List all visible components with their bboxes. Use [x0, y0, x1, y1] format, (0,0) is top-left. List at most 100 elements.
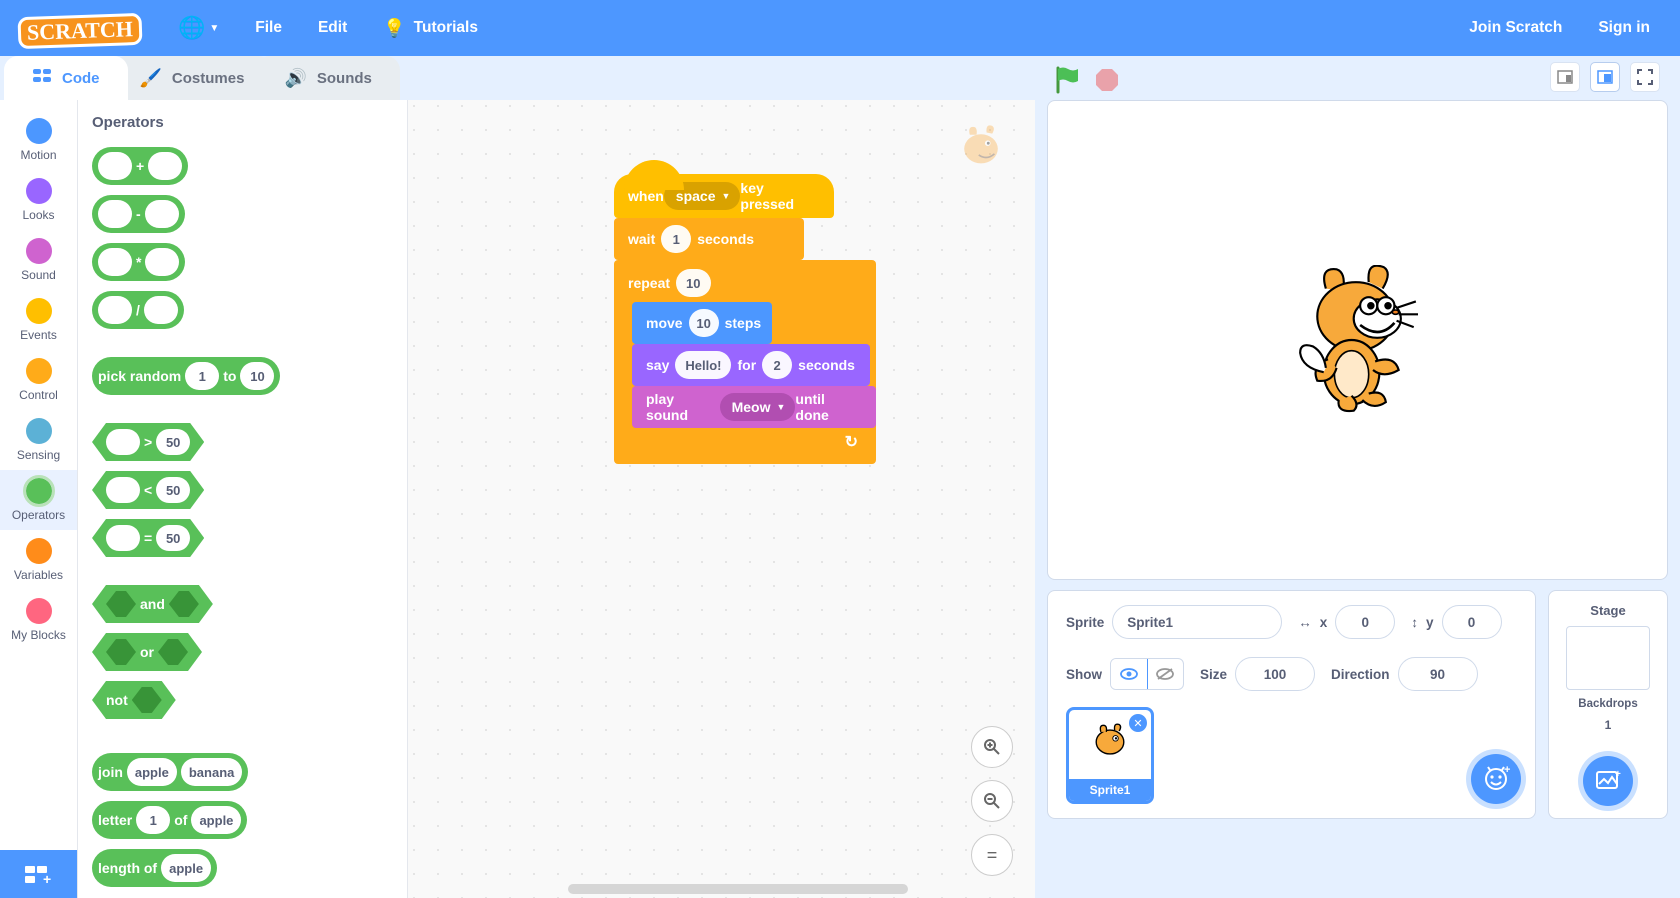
block-subtract[interactable]: -	[92, 195, 185, 233]
block-move-steps[interactable]: move10steps	[632, 302, 772, 344]
add-extension-button[interactable]: +	[0, 850, 77, 898]
tutorials-button[interactable]: 💡 Tutorials	[365, 0, 496, 56]
tab-costumes-label: Costumes	[172, 70, 245, 87]
language-menu[interactable]: 🌐▼	[160, 0, 237, 56]
block-divide[interactable]: /	[92, 291, 184, 329]
say-text-input[interactable]: Hello!	[675, 351, 731, 379]
scripts-workspace[interactable]: when space▼ key pressed wait1seconds rep…	[408, 100, 1035, 898]
tab-code[interactable]: Code	[4, 56, 128, 100]
category-events[interactable]: Events	[0, 290, 77, 350]
block-play-sound-until-done[interactable]: play soundMeow▼until done	[632, 386, 876, 428]
category-myblocks[interactable]: My Blocks	[0, 590, 77, 650]
category-sensing[interactable]: Sensing	[0, 410, 77, 470]
svg-text:+: +	[1615, 770, 1621, 780]
repeat-icon: ↻	[845, 432, 858, 452]
svg-text:+: +	[43, 871, 51, 886]
block-letter-of[interactable]: letter1ofapple	[92, 801, 247, 839]
hide-sprite-button[interactable]	[1147, 659, 1183, 689]
backdrops-count: 1	[1605, 718, 1612, 732]
stage-title: Stage	[1590, 603, 1625, 618]
paintbrush-icon: 🖌️	[140, 68, 162, 89]
show-label: Show	[1066, 667, 1102, 682]
category-sound[interactable]: Sound	[0, 230, 77, 290]
editor-pane: Motion Looks Sound Events Control Sensin…	[0, 100, 1035, 898]
sprite-info-panel: SpriteSprite1 ↔x0 ↕y0 Show Size100 Direc…	[1047, 590, 1536, 819]
sprite-direction-input[interactable]: 90	[1398, 657, 1478, 691]
visibility-toggle	[1110, 658, 1184, 690]
block-length-of[interactable]: length ofapple	[92, 849, 217, 887]
wait-seconds-input[interactable]: 1	[661, 225, 691, 253]
editor-tabs-row: Code 🖌️ Costumes 🔊 Sounds	[0, 56, 1680, 100]
direction-label: Direction	[1331, 667, 1390, 682]
sprite-name-input[interactable]: Sprite1	[1112, 605, 1282, 639]
tab-code-label: Code	[62, 70, 100, 87]
block-category-list: Motion Looks Sound Events Control Sensin…	[0, 100, 78, 898]
stage-small-button[interactable]	[1550, 62, 1580, 92]
block-or[interactable]: or	[92, 633, 202, 671]
block-join[interactable]: joinapplebanana	[92, 753, 248, 791]
tutorials-label: Tutorials	[414, 19, 478, 37]
sprite-on-stage[interactable]	[1293, 265, 1423, 415]
add-backdrop-button[interactable]: +	[1583, 756, 1633, 806]
y-label: y	[1426, 615, 1434, 630]
category-looks[interactable]: Looks	[0, 170, 77, 230]
menu-bar: SCRATCH 🌐▼ File Edit 💡 Tutorials Join Scr…	[0, 0, 1680, 56]
block-add[interactable]: +	[92, 147, 188, 185]
show-sprite-button[interactable]	[1111, 659, 1147, 689]
category-motion[interactable]: Motion	[0, 110, 77, 170]
zoom-reset-button[interactable]: =	[971, 834, 1013, 876]
zoom-in-button[interactable]	[971, 726, 1013, 768]
move-steps-input[interactable]: 10	[689, 309, 719, 337]
script-stack[interactable]: when space▼ key pressed wait1seconds rep…	[614, 174, 876, 464]
tab-sounds[interactable]: 🔊 Sounds	[256, 56, 399, 100]
block-multiply[interactable]: *	[92, 243, 185, 281]
zoom-out-button[interactable]	[971, 780, 1013, 822]
category-operators[interactable]: Operators	[0, 470, 77, 530]
edit-menu[interactable]: Edit	[300, 0, 365, 56]
svg-text:+: +	[1504, 765, 1510, 776]
block-say-for-seconds[interactable]: sayHello!for2seconds	[632, 344, 870, 386]
block-wait[interactable]: wait1seconds	[614, 218, 804, 260]
sprite-size-input[interactable]: 100	[1235, 657, 1315, 691]
block-equals[interactable]: =50	[92, 519, 204, 557]
lightbulb-icon: 💡	[383, 18, 405, 39]
file-menu[interactable]: File	[237, 0, 300, 56]
join-scratch-button[interactable]: Join Scratch	[1451, 0, 1580, 56]
sprite-thumbnail-label: Sprite1	[1069, 779, 1151, 801]
sign-in-button[interactable]: Sign in	[1580, 0, 1668, 56]
stage-canvas[interactable]	[1047, 100, 1668, 580]
add-sprite-button[interactable]: +	[1471, 754, 1521, 804]
xy-arrows-icon: ↔	[1298, 615, 1312, 630]
stage-large-button[interactable]	[1590, 62, 1620, 92]
block-when-key-pressed[interactable]: when space▼ key pressed	[614, 174, 834, 218]
size-label: Size	[1200, 667, 1227, 682]
block-pick-random[interactable]: pick random1to10	[92, 357, 280, 395]
sprite-thumbnail[interactable]: ✕ Sprite1	[1066, 707, 1154, 804]
tab-costumes[interactable]: 🖌️ Costumes	[112, 56, 273, 100]
scratch-logo[interactable]: SCRATCH	[12, 11, 148, 45]
fullscreen-button[interactable]	[1630, 62, 1660, 92]
delete-sprite-button[interactable]: ✕	[1129, 714, 1147, 732]
category-control[interactable]: Control	[0, 350, 77, 410]
sprite-x-input[interactable]: 0	[1335, 605, 1395, 639]
block-not[interactable]: not	[92, 681, 176, 719]
repeat-count-input[interactable]: 10	[676, 269, 710, 297]
block-and[interactable]: and	[92, 585, 213, 623]
block-palette[interactable]: Operators + - * / pick random1to10 >50 <…	[78, 100, 408, 898]
category-variables[interactable]: Variables	[0, 530, 77, 590]
block-repeat[interactable]: repeat10 move10steps sayHello!for2second…	[614, 260, 876, 464]
block-greater-than[interactable]: >50	[92, 423, 204, 461]
stage-thumbnail[interactable]	[1566, 626, 1650, 690]
tab-sounds-label: Sounds	[317, 70, 372, 87]
sprite-label: Sprite	[1066, 615, 1104, 630]
workspace-scrollbar[interactable]	[568, 884, 908, 894]
sprite-y-input[interactable]: 0	[1442, 605, 1502, 639]
stop-button[interactable]	[1095, 68, 1119, 97]
green-flag-button[interactable]	[1055, 66, 1081, 99]
sound-dropdown[interactable]: Meow▼	[720, 393, 796, 421]
x-label: x	[1320, 615, 1328, 630]
say-seconds-input[interactable]: 2	[762, 351, 792, 379]
key-dropdown[interactable]: space▼	[664, 182, 741, 210]
chevron-down-icon: ▼	[209, 23, 219, 34]
block-less-than[interactable]: <50	[92, 471, 204, 509]
